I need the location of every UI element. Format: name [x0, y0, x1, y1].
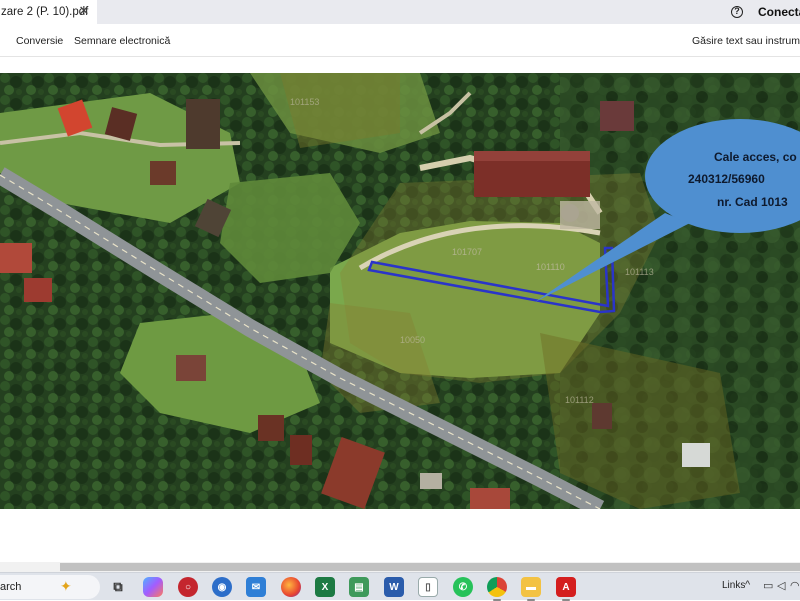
battery-icon[interactable]: ▭	[763, 579, 773, 592]
callout-line: nr. Cad 1013	[717, 195, 788, 209]
chevron-up-icon[interactable]: ^	[745, 579, 750, 591]
callout-line: Cale acces, co	[714, 150, 797, 164]
task-view-icon[interactable]: ⧉	[108, 577, 128, 597]
taskbar-search-box[interactable]: arch ✦	[0, 575, 100, 599]
close-icon[interactable]: ✕	[77, 4, 91, 18]
camera-app-icon[interactable]: ◉	[212, 577, 232, 597]
horizontal-scrollbar[interactable]	[0, 562, 800, 572]
parcel-label: 101707	[452, 247, 482, 257]
office-icon[interactable]: ○	[178, 577, 198, 597]
sparkle-icon: ✦	[60, 578, 72, 594]
help-icon[interactable]: ?	[731, 6, 743, 18]
whatsapp-icon[interactable]: ✆	[453, 577, 473, 597]
connect-button[interactable]: Conecta	[758, 5, 800, 19]
links-toolbar[interactable]: Links	[722, 580, 745, 591]
volume-icon[interactable]: ◁	[777, 579, 785, 592]
find-tools-search[interactable]: Găsire text sau instrumente	[692, 35, 800, 47]
callout-line: 240312/56960	[688, 172, 765, 186]
esign-menu[interactable]: Semnare electronică	[74, 35, 170, 47]
acrobat-icon[interactable]: A	[556, 577, 576, 601]
firefox-icon[interactable]	[281, 577, 301, 597]
file-icon[interactable]: ▯	[418, 577, 438, 597]
sheets-icon[interactable]: ▤	[349, 577, 369, 597]
acrobat-toolbar: Conversie Semnare electronică Găsire tex…	[0, 24, 800, 57]
parcel-label: 101153	[290, 97, 319, 107]
scrollbar-thumb[interactable]	[60, 563, 800, 571]
tab-pdf-document[interactable]: zare 2 (P. 10).pdf ✕	[0, 0, 97, 24]
outlook-icon[interactable]: ✉	[246, 577, 266, 597]
excel-icon[interactable]: X	[315, 577, 335, 597]
file-explorer-icon[interactable]: ▬	[521, 577, 541, 601]
search-label: arch	[0, 581, 22, 593]
map-svg: 101153 101707 101110 101113 10050 101112…	[0, 73, 800, 509]
word-icon[interactable]: W	[384, 577, 404, 597]
network-icon[interactable]: ◠	[790, 579, 800, 592]
chrome-icon[interactable]	[487, 577, 507, 601]
parcel-label: 101112	[565, 395, 594, 405]
parcel-label: 10050	[400, 335, 425, 345]
copilot-icon[interactable]	[143, 577, 163, 597]
conversion-menu[interactable]: Conversie	[16, 35, 63, 47]
satellite-map-image: 101153 101707 101110 101113 10050 101112…	[0, 73, 800, 509]
parcel-label: 101113	[625, 267, 654, 277]
windows-taskbar: arch ✦ ⧉ ○ ◉ ✉ X ▤ W ▯ ✆ ▬ A Links ^ ▭ ◁…	[0, 572, 800, 601]
tab-title: zare 2 (P. 10).pdf	[1, 6, 89, 18]
parcel-label: 101110	[536, 262, 565, 272]
browser-tab-strip: zare 2 (P. 10).pdf ✕ ? Conecta	[0, 0, 800, 24]
